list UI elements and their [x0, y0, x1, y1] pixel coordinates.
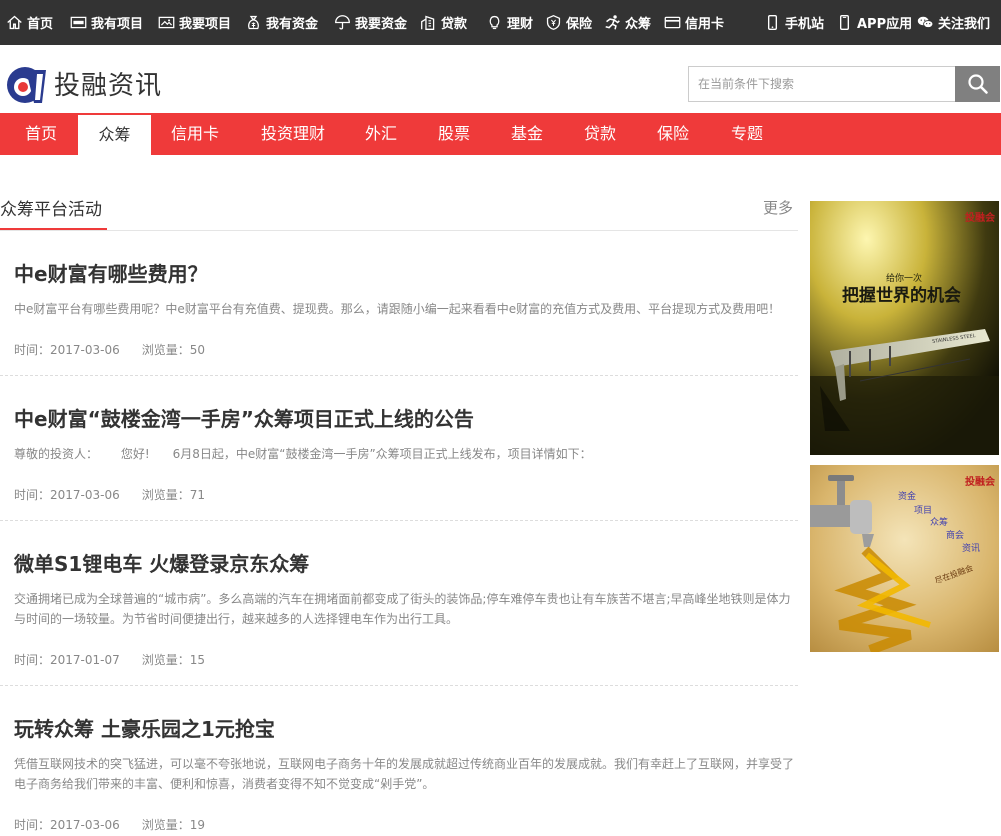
topbar-link-app[interactable]: APP应用 — [836, 0, 912, 45]
nav-item-investment[interactable]: 投资理财 — [248, 113, 338, 155]
ad-word: 资金 — [898, 492, 917, 502]
article-time: 时间：2017-03-06 — [14, 343, 120, 357]
topbar-link-label: 理财 — [507, 17, 534, 32]
money-bag-icon — [248, 15, 259, 30]
topbar-link-label: 关注我们 — [938, 17, 991, 32]
topbar-link-label: 我要资金 — [355, 17, 408, 32]
article-summary: 中e财富平台有哪些费用呢？中e财富平台有充值费、提现费。那么，请跟随小编一起来看… — [14, 302, 781, 316]
topbar-link-crowdfunding[interactable]: 众筹 — [604, 0, 651, 45]
image-card-icon — [158, 16, 175, 29]
site-name[interactable]: 投融资讯 — [54, 66, 162, 106]
top-bar: 首页 我有项目 我要项目 我有资金 我要资金 贷款 理财 保险 众筹 信用卡 手… — [0, 0, 1001, 45]
nav-item-home[interactable]: 首页 — [4, 113, 78, 155]
nav-item-stocks[interactable]: 股票 — [423, 113, 485, 155]
ad-headline: 把握世界的机会 — [842, 286, 961, 306]
search-icon — [967, 74, 988, 94]
nav-item-forex[interactable]: 外汇 — [350, 113, 412, 155]
ad-brand: 投融会 — [965, 213, 995, 224]
topbar-link-label: APP应用 — [857, 17, 913, 32]
search-input[interactable] — [689, 67, 955, 101]
topbar-link-my-project[interactable]: 我有项目 — [70, 0, 143, 45]
umbrella-icon — [335, 15, 350, 30]
ad-word: 资讯 — [962, 544, 981, 554]
topbar-link-loan[interactable]: 贷款 — [420, 0, 467, 45]
article-time: 时间：2017-01-07 — [14, 653, 120, 667]
nav-item-funds[interactable]: 基金 — [496, 113, 558, 155]
person-run-icon — [605, 15, 620, 30]
article-views: 浏览量：50 — [141, 343, 206, 357]
topbar-link-label: 众筹 — [625, 17, 652, 32]
nav-item-insurance[interactable]: 保险 — [642, 113, 704, 155]
article-separator — [0, 520, 798, 521]
article-meta: 时间：2017-03-06 浏览量：19 — [14, 816, 227, 833]
project-card-icon — [70, 16, 87, 29]
article-item: 微单S1锂电车 火爆登录京东众筹 交通拥堵已成为全球普遍的“城市病”。多么高端的… — [0, 548, 798, 686]
article-time: 时间：2017-03-06 — [14, 488, 120, 502]
lightbulb-icon — [489, 15, 500, 30]
topbar-link-mobile-site[interactable]: 手机站 — [764, 0, 824, 45]
wechat-icon — [917, 16, 934, 28]
topbar-link-label: 保险 — [566, 17, 593, 32]
article-views: 浏览量：19 — [141, 818, 206, 832]
topbar-link-finance[interactable]: 理财 — [486, 0, 533, 45]
ad-banner-image — [810, 201, 999, 455]
section-divider — [0, 230, 798, 231]
topbar-link-label: 手机站 — [785, 17, 825, 32]
more-link[interactable]: 更多 — [763, 196, 793, 220]
topbar-link-label: 信用卡 — [685, 17, 725, 32]
topbar-link-follow-us[interactable]: 关注我们 — [917, 0, 990, 45]
section-title: 众筹平台活动 — [0, 200, 102, 220]
article-summary: 交通拥堵已成为全球普遍的“城市病”。多么高端的汽车在拥堵面前都变成了街头的装饰品… — [14, 592, 791, 626]
topbar-link-insurance[interactable]: 保险 — [545, 0, 592, 45]
topbar-link-want-project[interactable]: 我要项目 — [158, 0, 231, 45]
nav-item-loans[interactable]: 贷款 — [569, 113, 631, 155]
home-icon — [7, 15, 22, 30]
search-button[interactable] — [955, 66, 1000, 102]
article-title[interactable]: 玩转众筹 土豪乐园之1元抢宝 — [14, 713, 275, 742]
article-title[interactable]: 微单S1锂电车 火爆登录京东众筹 — [14, 548, 309, 577]
site-logo[interactable] — [4, 65, 50, 105]
topbar-link-credit-card[interactable]: 信用卡 — [664, 0, 724, 45]
article-views: 浏览量：71 — [141, 488, 206, 502]
mobile-icon — [767, 15, 778, 30]
building-icon — [421, 15, 435, 30]
topbar-link-label: 首页 — [27, 17, 54, 32]
ad-word: 众筹 — [930, 518, 949, 528]
article-title[interactable]: 中e财富有哪些费用？ — [14, 258, 208, 287]
sidebar-ad-funding[interactable]: 投融会 资金 项目 众筹 商会 资讯 尽在投融会 — [810, 465, 999, 652]
article-separator — [0, 685, 798, 686]
nav-item-credit-card[interactable]: 信用卡 — [158, 113, 232, 155]
topbar-link-label: 我有资金 — [266, 17, 319, 32]
ad-word: 商会 — [946, 531, 965, 541]
search-box — [688, 66, 956, 102]
topbar-link-have-funds[interactable]: 我有资金 — [245, 0, 318, 45]
smartphone-icon — [839, 15, 850, 30]
article-time: 时间：2017-03-06 — [14, 818, 120, 832]
article-summary: 尊敬的投资人： 您好! 6月8日起，中e财富“鼓楼金湾一手房”众筹项目正式上线发… — [14, 447, 592, 461]
article-meta: 时间：2017-03-06 浏览量：71 — [14, 486, 227, 503]
nav-item-crowdfunding[interactable]: 众筹 — [78, 115, 151, 155]
article-title[interactable]: 中e财富“鼓楼金湾一手房”众筹项目正式上线的公告 — [14, 403, 474, 432]
article-item: 玩转众筹 土豪乐园之1元抢宝 凭借互联网技术的突飞猛进，可以毫不夸张地说，互联网… — [0, 713, 798, 836]
credit-card-icon — [664, 16, 681, 29]
topbar-link-label: 贷款 — [441, 17, 468, 32]
topbar-link-label: 我有项目 — [91, 17, 144, 32]
topbar-link-home[interactable]: 首页 — [6, 0, 53, 45]
ad-brand: 投融会 — [965, 477, 995, 488]
main-nav: 首页 众筹 信用卡 投资理财 外汇 股票 基金 贷款 保险 专题 — [0, 113, 1001, 155]
nav-item-topics[interactable]: 专题 — [716, 113, 778, 155]
topbar-link-want-funds[interactable]: 我要资金 — [334, 0, 407, 45]
article-item: 中e财富有哪些费用？ 中e财富平台有哪些费用呢？中e财富平台有充值费、提现费。那… — [0, 258, 798, 376]
article-meta: 时间：2017-01-07 浏览量：15 — [14, 651, 227, 668]
shield-yen-icon — [546, 15, 561, 30]
article-item: 中e财富“鼓楼金湾一手房”众筹项目正式上线的公告 尊敬的投资人： 您好! 6月8… — [0, 403, 798, 521]
article-separator — [0, 375, 798, 376]
article-views: 浏览量：15 — [141, 653, 206, 667]
topbar-link-label: 我要项目 — [179, 17, 232, 32]
sidebar-ad-opportunity[interactable]: 投融会 给你一次 把握世界的机会 STAINLESS STEEL — [810, 201, 999, 455]
article-meta: 时间：2017-03-06 浏览量：50 — [14, 341, 227, 358]
article-summary: 凭借互联网技术的突飞猛进，可以毫不夸张地说，互联网电子商务十年的发展成就超过传统… — [14, 757, 795, 791]
